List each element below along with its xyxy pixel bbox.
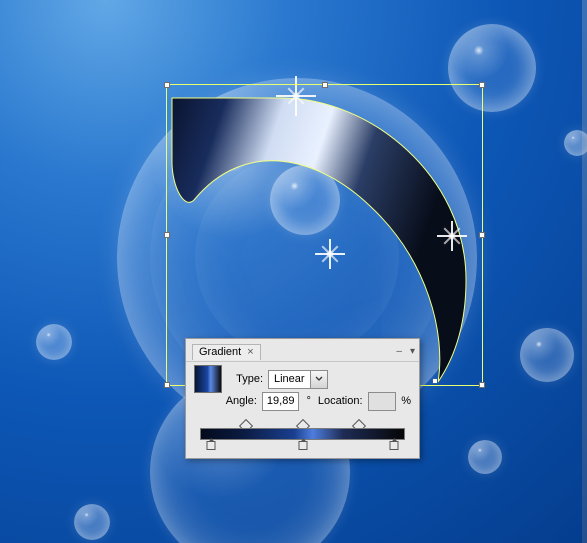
bubble-small: [448, 24, 536, 112]
bubble-mid: [270, 165, 340, 235]
degree-symbol: °: [304, 395, 312, 407]
panel-titlebar[interactable]: Gradient × – ▾: [186, 339, 419, 362]
color-stop[interactable]: [207, 438, 216, 450]
chevron-down-icon[interactable]: [310, 371, 327, 388]
resize-handle-mr[interactable]: [479, 232, 485, 238]
window-edge: [582, 0, 587, 543]
close-tab-icon[interactable]: ×: [247, 346, 253, 358]
resize-handle-tl[interactable]: [164, 82, 170, 88]
bubble-small: [74, 504, 110, 540]
bubble-small: [36, 324, 72, 360]
panel-menu-icon[interactable]: ▾: [410, 346, 415, 357]
bubble-small: [468, 440, 502, 474]
type-select[interactable]: Linear: [268, 370, 328, 389]
location-input[interactable]: [368, 392, 397, 411]
panel-tab-gradient[interactable]: Gradient ×: [192, 344, 261, 360]
color-stop[interactable]: [389, 438, 398, 450]
path-anchor-point[interactable]: [432, 378, 438, 384]
gradient-panel[interactable]: Gradient × – ▾ Type: Linear: [185, 338, 420, 459]
bubble-small: [520, 328, 574, 382]
panel-minimize-icon[interactable]: –: [396, 346, 402, 357]
resize-handle-br[interactable]: [479, 382, 485, 388]
color-stop[interactable]: [298, 438, 307, 450]
illustration-canvas[interactable]: Gradient × – ▾ Type: Linear: [0, 0, 587, 543]
panel-title: Gradient: [199, 346, 241, 358]
type-label: Type:: [231, 373, 263, 385]
location-label: Location:: [318, 395, 363, 407]
gradient-swatch[interactable]: [194, 365, 222, 393]
gradient-ramp[interactable]: [194, 420, 411, 450]
angle-input[interactable]: 19,89: [262, 392, 300, 411]
percent-symbol: %: [401, 395, 411, 407]
type-select-value: Linear: [269, 373, 310, 385]
panel-body: Type: Linear Angle: 19,89 ° Location: %: [186, 362, 419, 458]
angle-label: Angle:: [226, 395, 257, 407]
